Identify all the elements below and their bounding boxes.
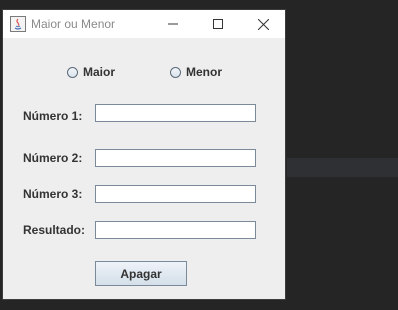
app-window: Maior ou Menor Maior Menor Número 1: Núm… [2,9,286,300]
numero3-label: Número 3: [23,187,83,201]
radio-menor[interactable]: Menor [170,65,222,79]
numero1-label: Número 1: [23,109,83,123]
minimize-icon [167,23,178,25]
minimize-button[interactable] [150,10,195,38]
close-icon [258,18,269,30]
background-panel [287,158,398,177]
title-bar[interactable]: Maior ou Menor [3,10,285,38]
window-title: Maior ou Menor [31,17,116,31]
apagar-button[interactable]: Apagar [95,261,187,286]
resultado-label: Resultado: [23,223,86,237]
numero2-label: Número 2: [23,151,83,165]
numero1-field[interactable] [95,104,256,122]
radio-circle[interactable] [170,66,181,78]
numero2-field[interactable] [95,149,256,167]
java-app-icon [10,16,26,32]
radio-circle[interactable] [67,66,78,78]
maximize-icon [212,19,223,29]
numero3-field[interactable] [95,185,256,203]
close-button[interactable] [241,10,286,38]
radio-maior[interactable]: Maior [67,65,115,79]
resultado-field[interactable] [95,221,256,239]
radio-menor-label[interactable]: Menor [186,65,222,79]
radio-maior-label[interactable]: Maior [83,65,115,79]
maximize-button[interactable] [195,10,240,38]
